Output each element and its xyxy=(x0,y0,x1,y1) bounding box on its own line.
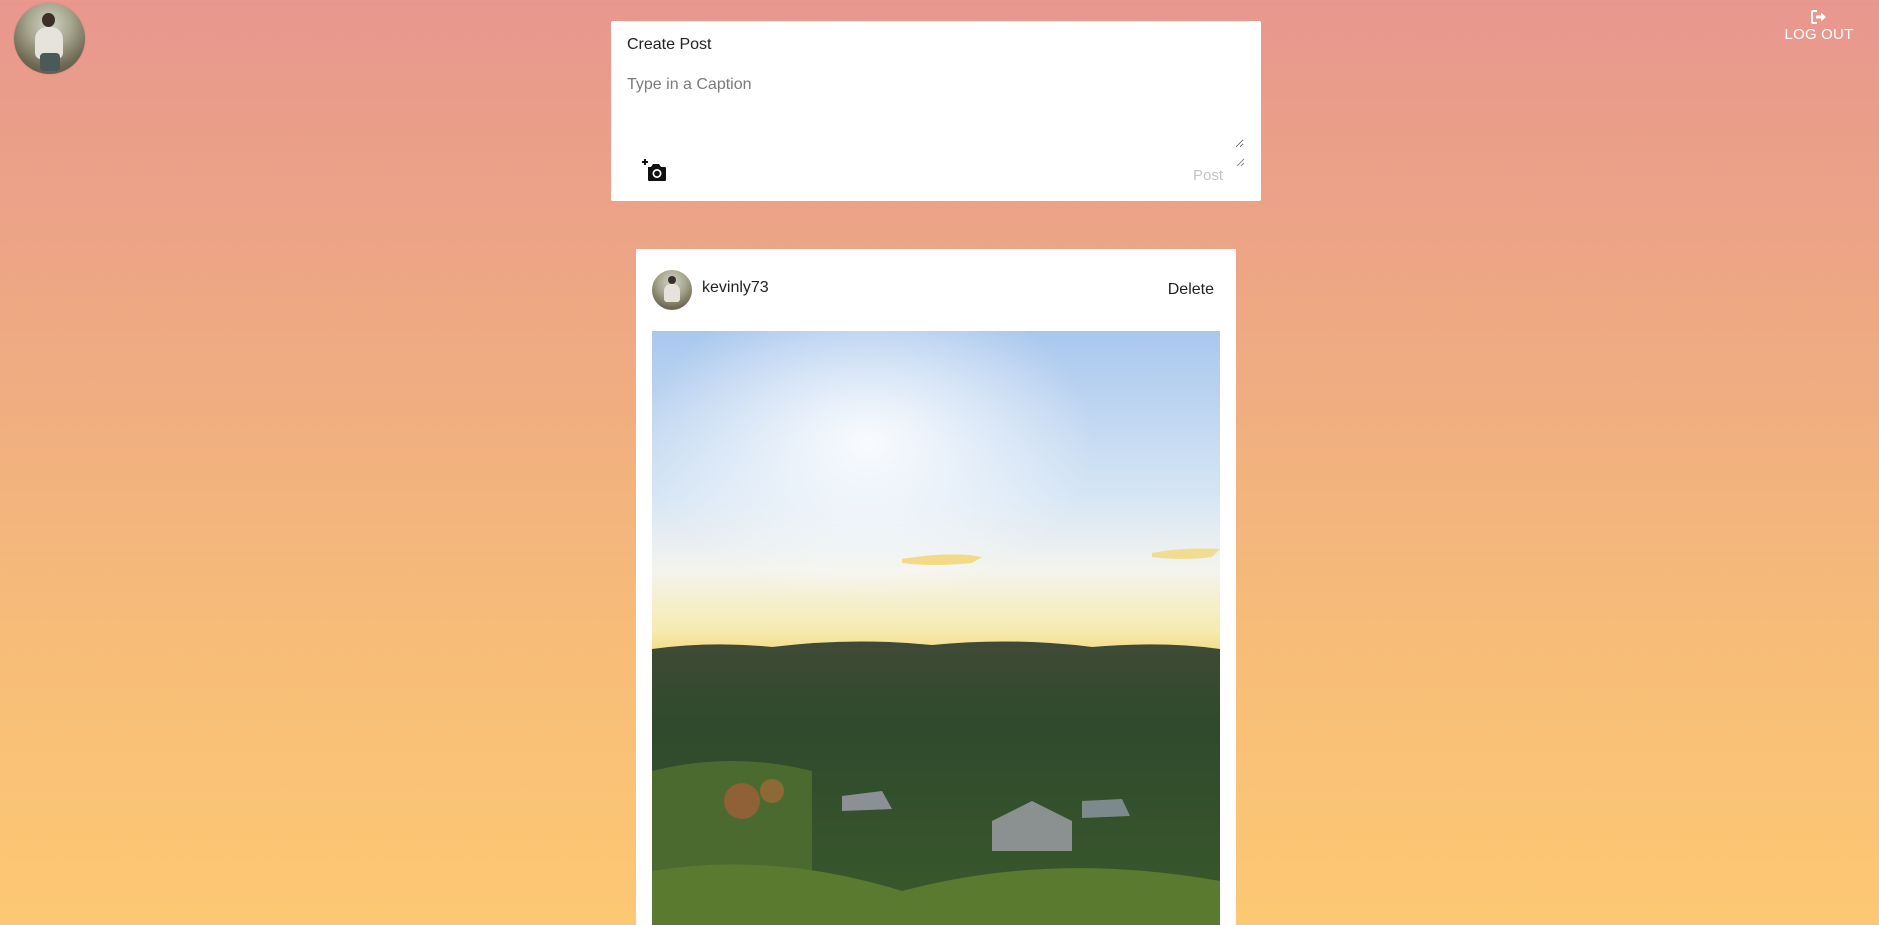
resize-grip-icon[interactable] xyxy=(1236,158,1245,167)
avatar-figure-legs xyxy=(40,53,60,71)
delete-button[interactable]: Delete xyxy=(1168,281,1214,299)
post-avatar-body xyxy=(664,284,680,302)
post-username[interactable]: kevinly73 xyxy=(702,279,769,297)
logout-label: LOG OUT xyxy=(1784,26,1854,43)
user-avatar[interactable] xyxy=(14,3,85,74)
post-image xyxy=(652,331,1220,925)
add-photo-icon[interactable] xyxy=(642,158,668,184)
post-button[interactable]: Post xyxy=(1193,167,1223,184)
post-card: kevinly73 Delete xyxy=(636,249,1236,925)
create-post-card: Create Post Post xyxy=(611,21,1261,201)
post-avatar-head xyxy=(668,276,676,284)
post-author-avatar[interactable] xyxy=(652,270,692,310)
logout-icon xyxy=(1811,10,1826,24)
create-post-title: Create Post xyxy=(627,36,712,53)
avatar-figure-head xyxy=(42,13,55,27)
caption-input[interactable] xyxy=(627,76,1244,148)
logout-button[interactable]: LOG OUT xyxy=(1783,10,1855,43)
